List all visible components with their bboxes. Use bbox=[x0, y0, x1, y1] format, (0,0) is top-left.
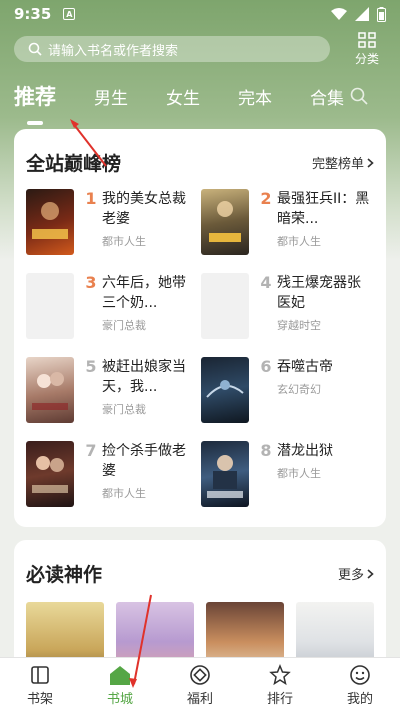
book-title: 捡个杀手做老婆 bbox=[102, 443, 186, 479]
more-link[interactable]: 更多 bbox=[338, 564, 374, 583]
search-row: 请输入书名或作者搜索 分类 bbox=[14, 31, 386, 67]
ranking-icon bbox=[269, 664, 291, 686]
rank-number: 1 bbox=[85, 189, 97, 208]
book-cover bbox=[26, 189, 74, 255]
tab-female[interactable]: 女生 bbox=[166, 84, 200, 109]
list-item[interactable]: 2 最强狂兵II：黑暗荣... 都市人生 bbox=[201, 189, 376, 273]
rank-number: 3 bbox=[85, 273, 97, 292]
chevron-right-icon bbox=[367, 568, 374, 579]
list-item[interactable]: 3 六年后，她带三个奶... 豪门总裁 bbox=[26, 273, 201, 357]
book-title: 残王爆宠器张医妃 bbox=[277, 275, 361, 311]
book-tag: 穿越时空 bbox=[277, 319, 321, 332]
tab-recommend[interactable]: 推荐 bbox=[14, 81, 56, 125]
status-bar: 9:35 A bbox=[0, 0, 400, 28]
list-item[interactable]: 6 吞噬古帝玄幻奇幻 bbox=[201, 357, 376, 441]
book-title: 最强狂兵II：黑暗荣... bbox=[277, 191, 370, 227]
book-cover bbox=[26, 357, 74, 423]
tab-label: 男生 bbox=[94, 88, 128, 109]
category-label: 分类 bbox=[354, 51, 379, 66]
book-cover bbox=[26, 441, 74, 507]
nav-label: 我的 bbox=[346, 692, 373, 707]
must-read-card: 必读神作 更多 bbox=[14, 540, 386, 670]
notification-icon: A bbox=[63, 8, 76, 20]
tab-label: 女生 bbox=[166, 88, 200, 109]
list-item[interactable]: 4 残王爆宠器张医妃穿越时空 bbox=[201, 273, 376, 357]
tab-male[interactable]: 男生 bbox=[94, 84, 128, 109]
book-title: 吞噬古帝 bbox=[277, 359, 333, 375]
must-read-title: 必读神作 bbox=[26, 564, 103, 586]
tab-indicator bbox=[27, 121, 43, 125]
search-input[interactable]: 请输入书名或作者搜索 bbox=[14, 36, 330, 62]
book-title: 潜龙出狱 bbox=[277, 443, 333, 459]
nav-welfare[interactable]: 福利 bbox=[160, 658, 240, 710]
book-cover-placeholder bbox=[26, 273, 74, 339]
channel-tabs: 推荐 男生 女生 完本 合集 bbox=[14, 76, 386, 125]
book-title: 被赶出娘家当天，我... bbox=[102, 359, 186, 395]
profile-icon bbox=[350, 665, 370, 685]
rank-number: 4 bbox=[260, 273, 272, 292]
tab-label: 推荐 bbox=[14, 85, 56, 109]
welfare-icon bbox=[190, 665, 210, 685]
rank-number: 7 bbox=[85, 441, 97, 460]
full-ranking-label: 完整榜单 bbox=[311, 157, 364, 172]
battery-icon bbox=[377, 6, 386, 22]
search-icon[interactable] bbox=[350, 87, 368, 105]
book-tag: 豪门总裁 bbox=[102, 403, 146, 416]
ranking-card: 全站巅峰榜 完整榜单 1 我的美女总裁老婆都市人生 2 最强狂兵II：黑暗荣..… bbox=[14, 129, 386, 527]
ranking-title: 全站巅峰榜 bbox=[26, 153, 122, 175]
tab-collection[interactable]: 合集 bbox=[310, 84, 344, 109]
tab-label: 完本 bbox=[238, 88, 272, 109]
wifi-icon bbox=[331, 8, 347, 20]
full-ranking-link[interactable]: 完整榜单 bbox=[312, 153, 374, 172]
book-tag: 都市人生 bbox=[102, 235, 146, 248]
book-tag: 都市人生 bbox=[277, 235, 321, 248]
ranking-list: 1 我的美女总裁老婆都市人生 2 最强狂兵II：黑暗荣... 都市人生 3 六年后… bbox=[26, 189, 376, 525]
rank-number: 5 bbox=[85, 357, 97, 376]
book-tag: 都市人生 bbox=[102, 487, 146, 500]
chevron-right-icon bbox=[367, 157, 374, 168]
book-cover bbox=[201, 189, 249, 255]
book-cover bbox=[201, 357, 249, 423]
list-item[interactable]: 1 我的美女总裁老婆都市人生 bbox=[26, 189, 201, 273]
book-tag: 都市人生 bbox=[277, 467, 321, 480]
status-time: 9:35 bbox=[14, 5, 52, 23]
grid-icon bbox=[358, 31, 376, 48]
book-tag: 玄幻奇幻 bbox=[277, 383, 321, 396]
category-button[interactable]: 分类 bbox=[348, 31, 386, 67]
tab-label: 合集 bbox=[310, 88, 344, 109]
book-cover-placeholder bbox=[201, 273, 249, 339]
bookshelf-icon bbox=[31, 666, 49, 684]
nav-bookstore[interactable]: 书城 bbox=[80, 658, 160, 710]
nav-label: 书架 bbox=[26, 692, 53, 707]
list-item[interactable]: 5 被赶出娘家当天，我... 豪门总裁 bbox=[26, 357, 201, 441]
rank-number: 2 bbox=[260, 189, 272, 208]
nav-label: 福利 bbox=[186, 692, 213, 707]
tab-completed[interactable]: 完本 bbox=[238, 84, 272, 109]
list-item[interactable]: 7 捡个杀手做老婆都市人生 bbox=[26, 441, 201, 525]
book-cover bbox=[201, 441, 249, 507]
nav-ranking[interactable]: 排行 bbox=[240, 658, 320, 710]
book-tag: 豪门总裁 bbox=[102, 319, 146, 332]
search-placeholder: 请输入书名或作者搜索 bbox=[48, 43, 179, 59]
nav-label: 排行 bbox=[266, 692, 293, 707]
rank-number: 6 bbox=[260, 357, 272, 376]
more-label: 更多 bbox=[337, 568, 364, 583]
bookstore-icon bbox=[110, 666, 130, 685]
bottom-navigation: 书架 书城 福利 排行 我的 bbox=[0, 657, 400, 710]
book-title: 我的美女总裁老婆 bbox=[102, 191, 186, 227]
search-icon bbox=[28, 42, 42, 56]
nav-label: 书城 bbox=[106, 692, 133, 707]
nav-bookshelf[interactable]: 书架 bbox=[0, 658, 80, 710]
rank-number: 8 bbox=[260, 441, 272, 460]
signal-icon bbox=[355, 7, 369, 21]
book-title: 六年后，她带三个奶... bbox=[102, 275, 186, 311]
nav-profile[interactable]: 我的 bbox=[320, 658, 400, 710]
list-item[interactable]: 8 潜龙出狱都市人生 bbox=[201, 441, 376, 525]
